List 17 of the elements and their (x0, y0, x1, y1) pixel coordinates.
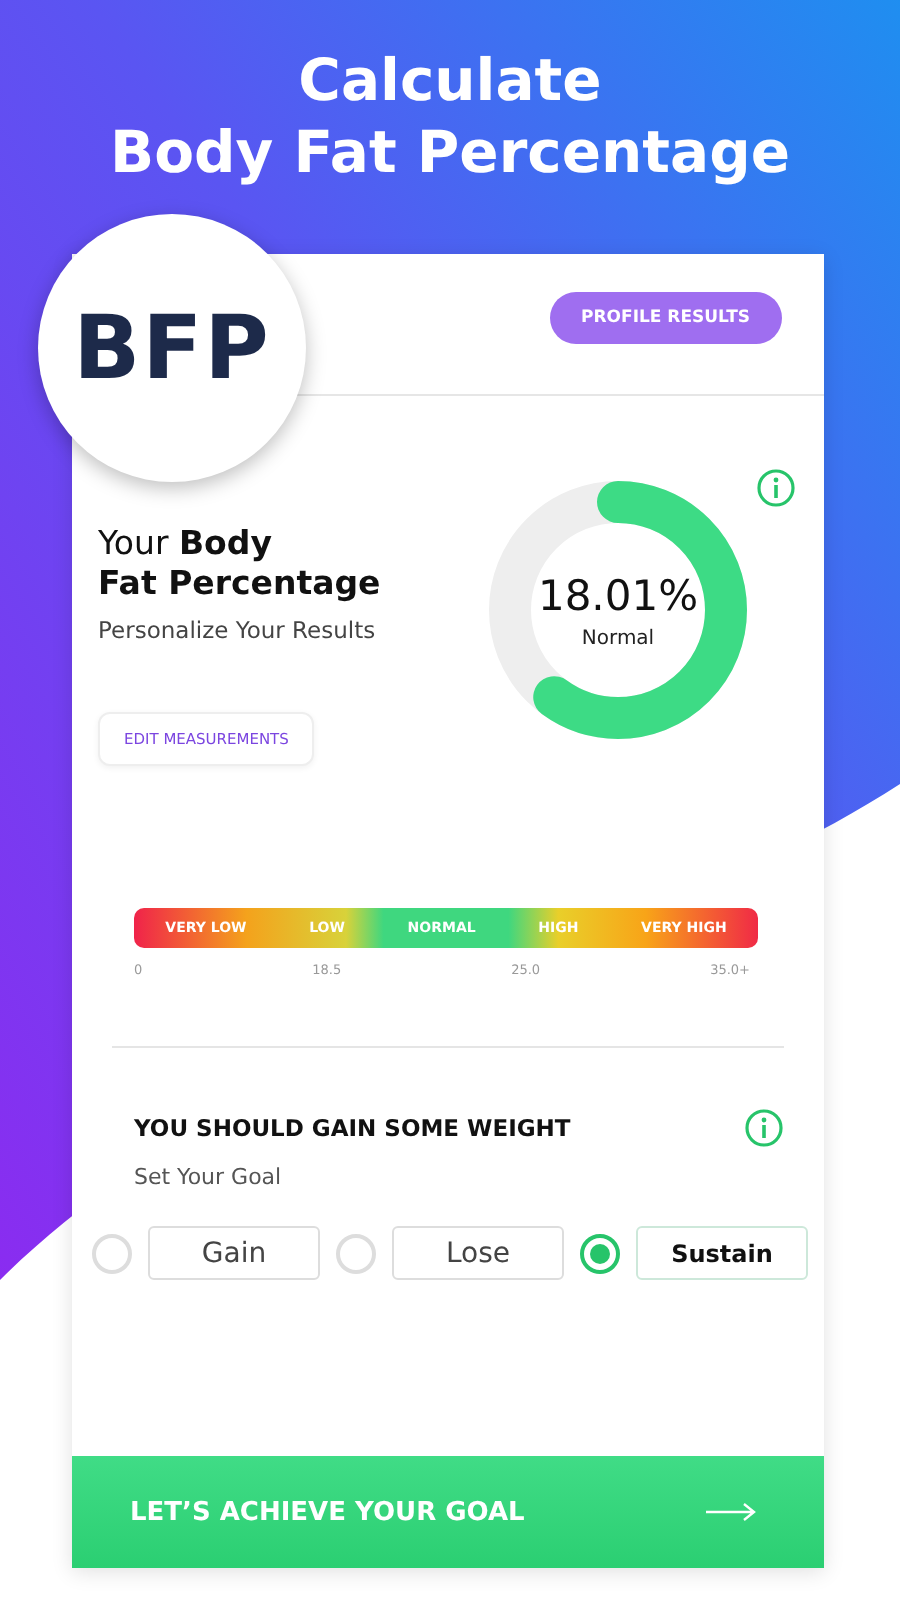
result-subtitle: Personalize Your Results (98, 616, 378, 644)
advice-subtitle: Set Your Goal (132, 1162, 284, 1190)
goal-radio[interactable] (92, 1233, 132, 1273)
result-title: Your Body Fat Percentage (98, 524, 381, 604)
headline: Calculate Body Fat Percentage (109, 44, 790, 188)
goal-option[interactable]: Sustain (636, 1226, 808, 1280)
goal-radio[interactable] (580, 1233, 620, 1273)
body-fat-value: 18.01% (537, 571, 699, 619)
goal-option[interactable]: Gain (148, 1226, 320, 1280)
info-icon[interactable] (756, 468, 796, 508)
advice-title: YOU SHOULD GAIN SOME WEIGHT (134, 1114, 571, 1142)
profile-results-button[interactable]: PROFILE RESULTS (549, 292, 782, 344)
body-fat-category: Normal (581, 627, 655, 649)
goal-option[interactable]: Lose (392, 1226, 564, 1280)
goal-radio[interactable] (336, 1233, 376, 1273)
info-icon[interactable] (744, 1108, 784, 1148)
arrow-right-icon (706, 1502, 758, 1522)
